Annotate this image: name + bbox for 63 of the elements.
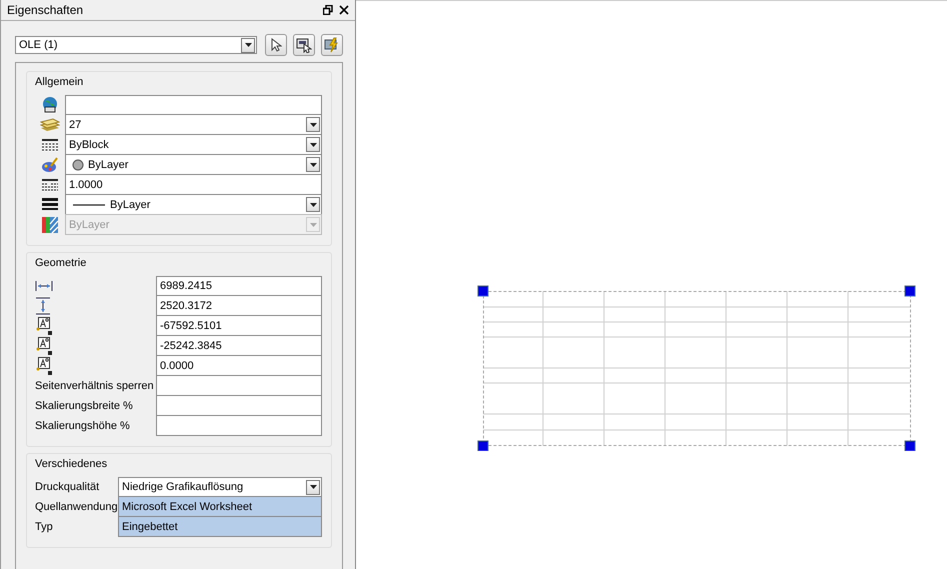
linetype-scale-icon: [41, 178, 59, 192]
window-cursor-icon: [296, 37, 312, 53]
field-value: -25242.3845: [160, 340, 223, 352]
property-field[interactable]: Eingebettet: [118, 516, 322, 537]
position-y-icon: [35, 336, 55, 356]
field-value: Eingebettet: [122, 520, 179, 532]
object-selector-dropdown[interactable]: OLE (1): [15, 36, 257, 54]
paint-palette-icon: [41, 156, 59, 174]
property-field[interactable]: [65, 95, 322, 115]
lightning-box-icon: [324, 37, 340, 53]
property-dropdown[interactable]: ByBlock: [65, 134, 322, 155]
quick-select-button[interactable]: [293, 34, 315, 56]
field-value: 0.0000: [160, 360, 195, 372]
property-field[interactable]: 2520.3172: [156, 295, 322, 316]
selector-value: OLE (1): [19, 39, 59, 51]
property-label: Quellanwendung: [35, 501, 118, 513]
globe-icon: [41, 96, 59, 114]
panel-title: Eigenschaften: [7, 3, 84, 17]
property-dropdown[interactable]: 27: [65, 114, 322, 135]
property-label: Skalierungshöhe %: [35, 420, 130, 432]
position-x-icon: [35, 316, 55, 336]
toggle-pickadd-button[interactable]: [321, 34, 343, 56]
field-value: ByLayer: [69, 218, 110, 230]
property-field[interactable]: -25242.3845: [156, 335, 322, 356]
field-value: 1.0000: [69, 178, 104, 190]
section-title: Verschiedenes: [35, 457, 108, 472]
field-value: -67592.5101: [160, 320, 223, 332]
property-dropdown[interactable]: ByLayer: [65, 194, 322, 215]
layers-icon: [40, 118, 60, 132]
property-field[interactable]: [156, 395, 322, 416]
linetype-icon: [41, 138, 59, 152]
cursor-icon: [270, 38, 282, 52]
height-dimension-icon: [35, 297, 51, 315]
field-value: Microsoft Excel Worksheet: [122, 500, 254, 512]
property-label: Druckqualität: [35, 481, 100, 493]
close-icon[interactable]: [339, 5, 349, 15]
property-label: Skalierungsbreite %: [35, 400, 133, 412]
field-value: 6989.2415: [160, 280, 213, 292]
property-dropdown[interactable]: Niedrige Grafikauflösung: [118, 477, 322, 497]
select-objects-button[interactable]: [265, 34, 287, 56]
section-title: Allgemein: [35, 75, 84, 90]
field-value: Niedrige Grafikauflösung: [122, 481, 244, 493]
property-field[interactable]: 1.0000: [65, 174, 322, 195]
property-field[interactable]: -67592.5101: [156, 315, 322, 336]
property-field[interactable]: [156, 375, 322, 396]
property-field[interactable]: 6989.2415: [156, 276, 322, 296]
restore-icon[interactable]: [323, 5, 333, 15]
field-value: 27: [69, 118, 82, 130]
field-value: 2520.3172: [160, 300, 213, 312]
field-value: ByLayer: [88, 158, 130, 170]
property-label: Seitenverhältnis sperren: [35, 380, 154, 392]
section-title: Geometrie: [35, 256, 88, 271]
field-value: ByBlock: [69, 138, 110, 150]
width-dimension-icon: [35, 280, 53, 292]
property-field[interactable]: [156, 415, 322, 436]
lineweight-icon: [41, 198, 59, 212]
position-z-icon: [35, 356, 55, 376]
property-field[interactable]: 0.0000: [156, 355, 322, 376]
field-value: ByLayer: [110, 198, 152, 210]
property-dropdown[interactable]: ByLayer: [65, 154, 322, 175]
property-label: Typ: [35, 521, 53, 533]
property-field[interactable]: Microsoft Excel Worksheet: [118, 496, 322, 517]
transparency-icon: [41, 216, 59, 234]
